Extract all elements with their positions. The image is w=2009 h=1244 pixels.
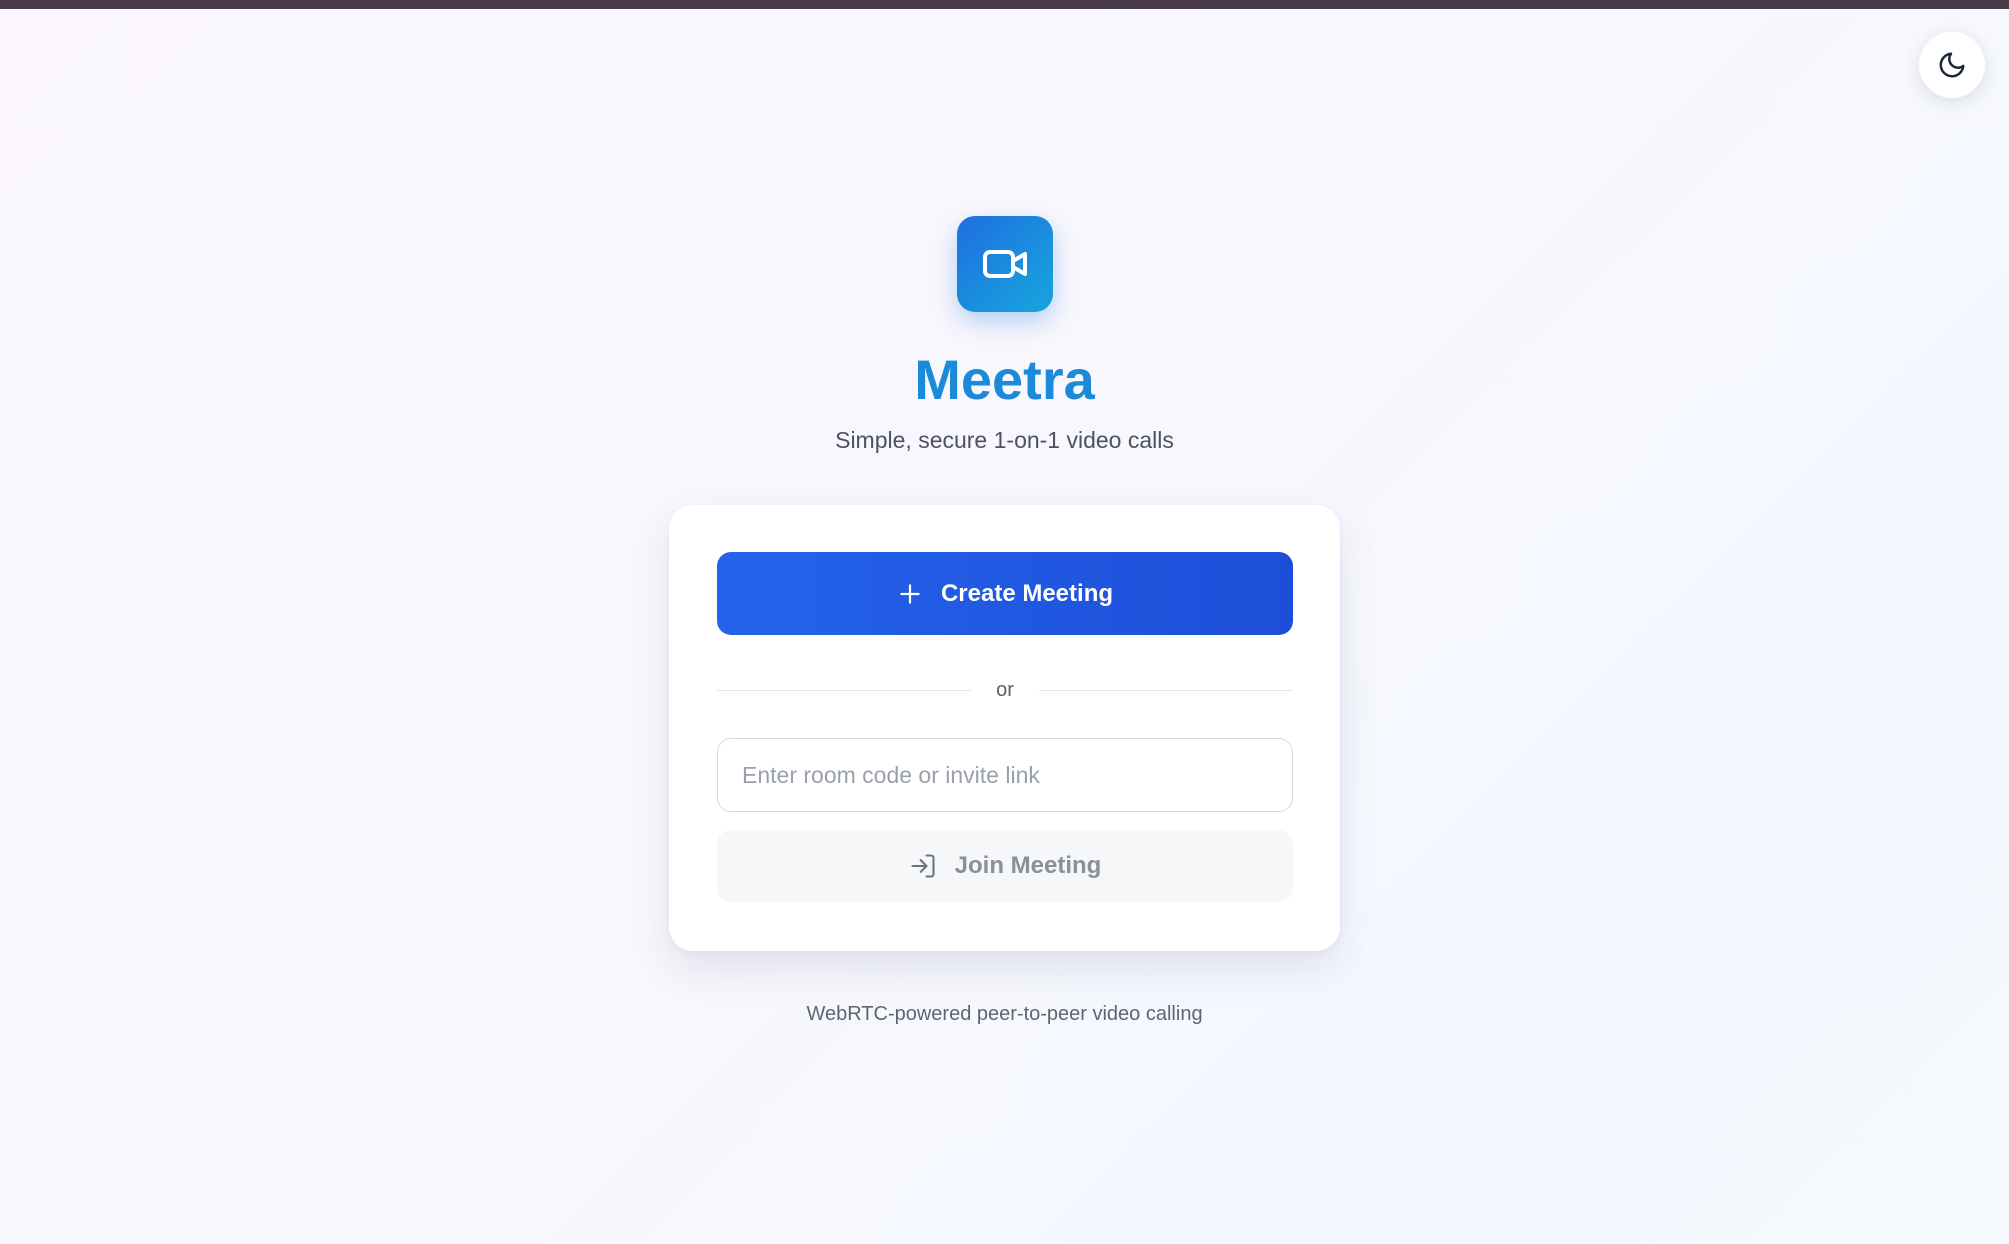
- plus-icon: [900, 583, 920, 604]
- join-meeting-button[interactable]: Join Meeting: [717, 830, 1293, 902]
- create-meeting-button[interactable]: Create Meeting: [717, 552, 1293, 635]
- theme-toggle-button[interactable]: [1919, 32, 1985, 98]
- moon-icon: [1939, 52, 1965, 78]
- meeting-card: Create Meeting or Join Meeting: [669, 505, 1340, 951]
- log-in-icon: [911, 854, 935, 878]
- footer-note: WebRTC-powered peer-to-peer video callin…: [806, 1003, 1203, 1025]
- video-camera-icon: [983, 250, 1027, 278]
- create-meeting-label: Create Meeting: [940, 579, 1114, 607]
- app-tagline: Simple, secure 1-on-1 video calls: [835, 427, 1174, 453]
- app-title: Meetra: [914, 348, 1095, 411]
- divider-line-right: [1039, 690, 1293, 691]
- or-divider: or: [717, 670, 1293, 710]
- app-logo: [957, 216, 1053, 312]
- top-window-strip: [0, 0, 2009, 9]
- room-code-input[interactable]: [717, 738, 1293, 812]
- join-meeting-label: Join Meeting: [954, 852, 1102, 879]
